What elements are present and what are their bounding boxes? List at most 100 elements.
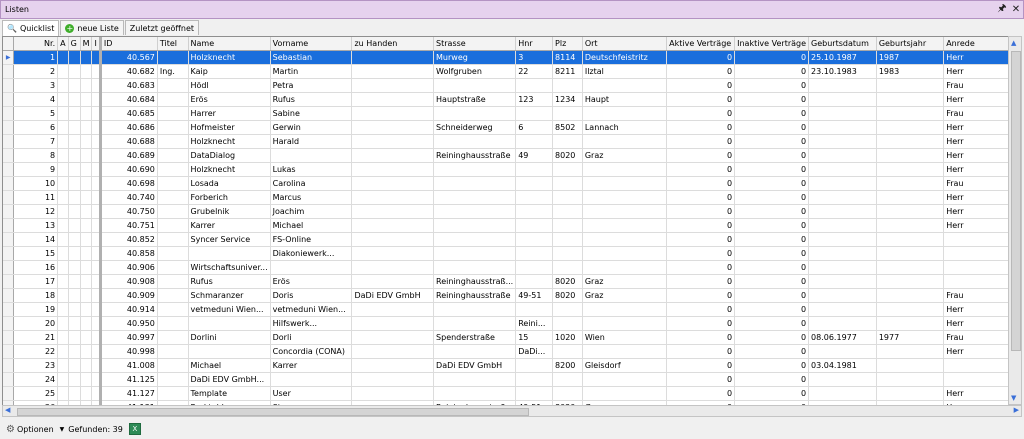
- table-cell[interactable]: [157, 176, 189, 191]
- row-indicator[interactable]: [3, 176, 15, 191]
- table-cell[interactable]: 23: [13, 358, 59, 373]
- table-cell[interactable]: [68, 218, 81, 233]
- table-cell[interactable]: [433, 176, 517, 191]
- table-cell[interactable]: 0: [734, 260, 810, 275]
- table-cell[interactable]: 0: [666, 204, 736, 219]
- table-row[interactable]: 15 40.858 Diakoniewerk... 0 0: [3, 246, 1009, 261]
- table-cell[interactable]: Grubelnik: [188, 204, 271, 219]
- table-cell[interactable]: [157, 106, 189, 121]
- table-cell[interactable]: 0: [666, 386, 736, 401]
- table-cell[interactable]: [552, 176, 583, 191]
- close-icon[interactable]: ✕: [1009, 4, 1023, 15]
- table-cell[interactable]: 0: [734, 176, 810, 191]
- table-cell[interactable]: [515, 176, 554, 191]
- table-cell[interactable]: [876, 218, 945, 233]
- table-cell[interactable]: [80, 106, 93, 121]
- table-cell[interactable]: 0: [734, 274, 810, 289]
- table-cell[interactable]: 123: [515, 92, 554, 107]
- table-cell[interactable]: Herr: [943, 64, 1009, 79]
- table-cell[interactable]: [57, 372, 69, 387]
- column-header[interactable]: A: [57, 37, 69, 51]
- table-cell[interactable]: Reininghausstraße: [433, 288, 517, 303]
- table-cell[interactable]: [57, 330, 69, 345]
- column-header[interactable]: M: [80, 37, 93, 51]
- table-cell[interactable]: [351, 92, 435, 107]
- table-cell[interactable]: 5: [13, 106, 59, 121]
- table-cell[interactable]: 22: [515, 64, 554, 79]
- table-cell[interactable]: Wirtschaftsuniver...: [188, 260, 271, 275]
- table-cell[interactable]: Hilfswerk...: [270, 316, 353, 331]
- table-cell[interactable]: 40.684: [100, 92, 158, 107]
- table-cell[interactable]: Hauptstraße: [433, 92, 517, 107]
- column-header[interactable]: Hnr: [515, 37, 554, 51]
- table-cell[interactable]: 0: [734, 218, 810, 233]
- table-cell[interactable]: Petra: [270, 78, 353, 93]
- table-cell[interactable]: [80, 288, 93, 303]
- table-cell[interactable]: [57, 92, 69, 107]
- table-cell[interactable]: DaDi EDV GmbH: [351, 288, 435, 303]
- table-cell[interactable]: 0: [666, 246, 736, 261]
- table-cell[interactable]: 0: [734, 386, 810, 401]
- table-cell[interactable]: 25: [13, 386, 59, 401]
- table-cell[interactable]: 40.688: [100, 134, 158, 149]
- table-cell[interactable]: 0: [666, 92, 736, 107]
- table-cell[interactable]: [433, 386, 517, 401]
- table-cell[interactable]: [351, 246, 435, 261]
- table-cell[interactable]: [91, 232, 102, 247]
- table-cell[interactable]: [57, 162, 69, 177]
- row-indicator[interactable]: [3, 330, 15, 345]
- table-cell[interactable]: [808, 176, 877, 191]
- table-cell[interactable]: Schmaranzer: [188, 288, 271, 303]
- table-cell[interactable]: [80, 92, 93, 107]
- table-cell[interactable]: 40.682: [100, 64, 158, 79]
- table-cell[interactable]: [808, 372, 877, 387]
- table-cell[interactable]: [68, 372, 81, 387]
- table-row[interactable]: 9 40.690 Holzknecht Lukas 0 0 Herr: [3, 162, 1009, 177]
- table-cell[interactable]: [80, 148, 93, 163]
- row-indicator[interactable]: [3, 204, 15, 219]
- table-cell[interactable]: [57, 120, 69, 135]
- table-cell[interactable]: 8020: [552, 274, 583, 289]
- table-cell[interactable]: Gleisdorf: [582, 358, 668, 373]
- table-cell[interactable]: [808, 386, 877, 401]
- table-cell[interactable]: 22: [13, 344, 59, 359]
- table-cell[interactable]: 1983: [876, 64, 945, 79]
- table-cell[interactable]: Deutschfeistritz: [582, 50, 668, 65]
- dropdown-arrow-icon[interactable]: ▼: [60, 426, 65, 433]
- table-cell[interactable]: [876, 274, 945, 289]
- table-cell[interactable]: [552, 204, 583, 219]
- table-cell[interactable]: [270, 260, 353, 275]
- table-cell[interactable]: [433, 190, 517, 205]
- table-cell[interactable]: [876, 190, 945, 205]
- column-header[interactable]: Geburtsdatum: [808, 37, 877, 51]
- table-cell[interactable]: 0: [734, 50, 810, 65]
- table-cell[interactable]: 0: [666, 316, 736, 331]
- table-cell[interactable]: Herr: [943, 316, 1009, 331]
- row-indicator[interactable]: [3, 190, 15, 205]
- table-cell[interactable]: 0: [734, 190, 810, 205]
- table-cell[interactable]: [91, 190, 102, 205]
- table-cell[interactable]: [80, 358, 93, 373]
- table-cell[interactable]: 0: [734, 316, 810, 331]
- table-cell[interactable]: Reininghausstraß...: [433, 274, 517, 289]
- table-cell[interactable]: 18: [13, 288, 59, 303]
- table-cell[interactable]: Lannach: [582, 120, 668, 135]
- table-cell[interactable]: 40.740: [100, 190, 158, 205]
- table-cell[interactable]: [808, 190, 877, 205]
- table-cell[interactable]: [91, 372, 102, 387]
- table-cell[interactable]: Frau: [943, 106, 1009, 121]
- table-cell[interactable]: 0: [734, 78, 810, 93]
- table-cell[interactable]: Holzknecht: [188, 162, 271, 177]
- table-cell[interactable]: [91, 148, 102, 163]
- table-cell[interactable]: [808, 106, 877, 121]
- table-cell[interactable]: [351, 232, 435, 247]
- table-cell[interactable]: 40.852: [100, 232, 158, 247]
- table-cell[interactable]: [188, 344, 271, 359]
- table-cell[interactable]: [157, 260, 189, 275]
- table-cell[interactable]: [157, 162, 189, 177]
- column-header[interactable]: Plz: [552, 37, 583, 51]
- table-cell[interactable]: 40.997: [100, 330, 158, 345]
- table-cell[interactable]: [433, 218, 517, 233]
- table-cell[interactable]: 20: [13, 316, 59, 331]
- table-cell[interactable]: 40.998: [100, 344, 158, 359]
